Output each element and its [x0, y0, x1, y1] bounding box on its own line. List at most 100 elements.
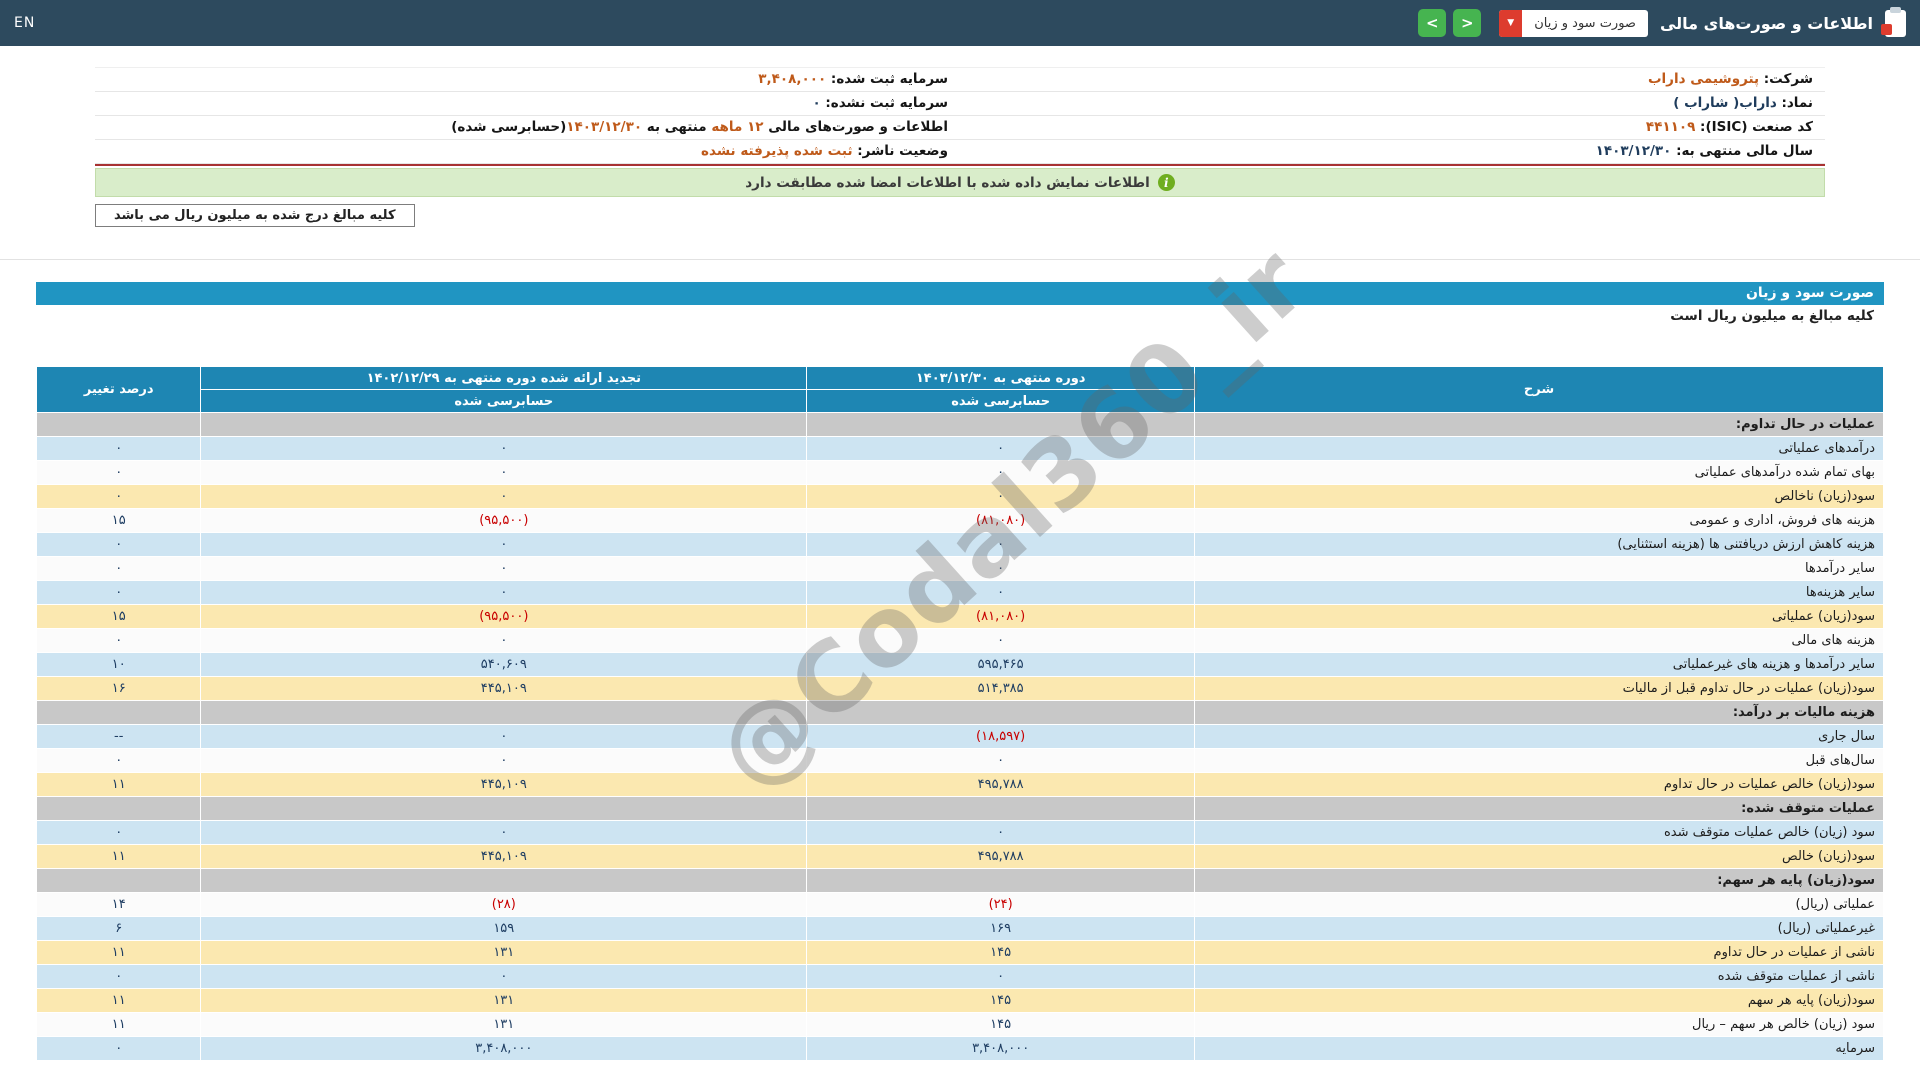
- row-description: هزینه های فروش، اداری و عمومی: [1194, 508, 1884, 533]
- row-description: غیرعملیاتی (ریال): [1194, 916, 1884, 941]
- row-change-percent: [35, 868, 202, 893]
- row-description: سایر درآمدها و هزینه های غیرعملیاتی: [1194, 652, 1884, 677]
- top-bar: اطلاعات و صورت‌های مالی صورت سود و زیان …: [0, 0, 1920, 46]
- info-text-segment: (حسابرسی شده): [451, 119, 567, 135]
- row-change-percent: ۱۴: [35, 892, 202, 917]
- row-current-value: ۰: [806, 460, 1196, 485]
- table-row: هزینه های فروش، اداری و عمومی (۸۱,۰۸۰) (…: [35, 508, 1884, 533]
- info-text-segment: شرکت:: [1759, 71, 1813, 87]
- row-restated-value: ۰: [200, 436, 808, 461]
- red-divider-line: [95, 164, 1825, 166]
- statement-section: صورت سود و زیان کلیه مبالغ به میلیون ریا…: [35, 225, 1884, 1061]
- col-subheader-current-audited: حسابرسی شده: [806, 389, 1196, 413]
- row-description: درآمدهای عملیاتی: [1194, 436, 1884, 461]
- row-restated-value: (۹۵,۵۰۰): [200, 604, 808, 629]
- row-restated-value: ۰: [200, 580, 808, 605]
- row-change-percent: ۰: [35, 628, 202, 653]
- nav-back-button[interactable]: <: [1453, 9, 1482, 37]
- row-description: عملیات متوقف شده:: [1194, 796, 1884, 821]
- nav-forward-button[interactable]: >: [1418, 9, 1447, 37]
- info-row: سرمایه ثبت نشده: ۰: [95, 92, 960, 116]
- table-row: عملیاتی (ریال) (۲۴) (۲۸) ۱۴: [35, 892, 1884, 917]
- table-row: سود(زیان) عملیات در حال تداوم قبل از مال…: [35, 676, 1884, 701]
- row-restated-value: ۰: [200, 724, 808, 749]
- company-identity-column: شرکت: پتروشیمی داراب نماد: داراب( شاراب )…: [960, 68, 1825, 164]
- info-text-segment: ۱۴۰۳/۱۲/۳۰: [566, 119, 643, 135]
- row-change-percent: ۰: [35, 748, 202, 773]
- row-description: عملیاتی (ریال): [1194, 892, 1884, 917]
- row-description: هزینه کاهش ارزش دریافتنی ها (هزینه استثن…: [1194, 532, 1884, 557]
- info-text-segment: سال مالی منتهی به:: [1671, 143, 1813, 159]
- table-header: شرح دوره منتهی به ۱۴۰۳/۱۲/۳۰ تجدید ارائه…: [35, 366, 1884, 413]
- row-restated-value: ۴۴۵,۱۰۹: [200, 772, 808, 797]
- table-row: هزینه کاهش ارزش دریافتنی ها (هزینه استثن…: [35, 532, 1884, 557]
- row-change-percent: ۰: [35, 1036, 202, 1061]
- info-text-segment: داراب( شاراب ): [1673, 95, 1777, 111]
- row-current-value: ۱۴۵: [806, 940, 1196, 965]
- info-text-segment: ۳,۴۰۸,۰۰۰: [758, 71, 827, 87]
- row-description: سود(زیان) پایه هر سهم:: [1194, 868, 1884, 893]
- row-current-value: ۰: [806, 820, 1196, 845]
- row-description: سود (زیان) خالص هر سهم – ریال: [1194, 1012, 1884, 1037]
- row-change-percent: [35, 796, 202, 821]
- table-row: عملیات متوقف شده:: [35, 796, 1884, 821]
- statement-nav: < >: [1418, 9, 1482, 37]
- info-text-segment: ۱۲ ماهه: [711, 119, 764, 135]
- row-description: سایر درآمدها: [1194, 556, 1884, 581]
- row-current-value: ۰: [806, 436, 1196, 461]
- table-row: هزینه های مالی ۰ ۰ ۰: [35, 628, 1884, 653]
- row-change-percent: ۱۱: [35, 988, 202, 1013]
- row-change-percent: ۰: [35, 484, 202, 509]
- info-text-segment: ۱۴۰۳/۱۲/۳۰: [1595, 143, 1672, 159]
- signature-match-banner: i اطلاعات نمایش داده شده با اطلاعات امضا…: [95, 168, 1825, 197]
- row-change-percent: --: [35, 724, 202, 749]
- table-row: سود(زیان) ناخالص ۰ ۰ ۰: [35, 484, 1884, 509]
- row-current-value: ۰: [806, 484, 1196, 509]
- row-description: سال جاری: [1194, 724, 1884, 749]
- statement-type-dropdown[interactable]: صورت سود و زیان ▼: [1499, 9, 1648, 37]
- table-row: بهای تمام شده درآمدهای عملیاتی ۰ ۰ ۰: [35, 460, 1884, 485]
- statement-subtitle: کلیه مبالغ به میلیون ریال است: [1670, 308, 1874, 324]
- income-statement-table: شرح دوره منتهی به ۱۴۰۳/۱۲/۳۰ تجدید ارائه…: [35, 366, 1884, 1061]
- info-row: اطلاعات و صورت‌های مالی ۱۲ ماهه منتهی به…: [95, 116, 960, 140]
- row-current-value: (۸۱,۰۸۰): [806, 508, 1196, 533]
- row-restated-value: ۰: [200, 820, 808, 845]
- row-current-value: ۱۴۵: [806, 988, 1196, 1013]
- row-current-value: [806, 796, 1196, 821]
- row-restated-value: (۲۸): [200, 892, 808, 917]
- row-description: سود(زیان) عملیاتی: [1194, 604, 1884, 629]
- table-row: سال جاری (۱۸,۵۹۷) ۰ --: [35, 724, 1884, 749]
- table-row: درآمدهای عملیاتی ۰ ۰ ۰: [35, 436, 1884, 461]
- statement-title-bar: صورت سود و زیان: [36, 282, 1884, 305]
- info-text-segment: وضعیت ناشر:: [852, 143, 948, 159]
- row-restated-value: ۰: [200, 556, 808, 581]
- row-change-percent: ۰: [35, 820, 202, 845]
- row-description: سود(زیان) خالص عملیات در حال تداوم: [1194, 772, 1884, 797]
- row-current-value: ۵۹۵,۴۶۵: [806, 652, 1196, 677]
- table-row: سایر درآمدها و هزینه های غیرعملیاتی ۵۹۵,…: [35, 652, 1884, 677]
- clipboard-icon[interactable]: [1881, 6, 1906, 37]
- table-row: ناشی از عملیات در حال تداوم ۱۴۵ ۱۳۱ ۱۱: [35, 940, 1884, 965]
- section-divider: [0, 259, 1920, 260]
- row-description: بهای تمام شده درآمدهای عملیاتی: [1194, 460, 1884, 485]
- row-restated-value: [200, 412, 808, 437]
- row-restated-value: [200, 868, 808, 893]
- row-restated-value: [200, 700, 808, 725]
- row-change-percent: ۰: [35, 556, 202, 581]
- row-restated-value: ۳,۴۰۸,۰۰۰: [200, 1036, 808, 1061]
- row-current-value: ۱۴۵: [806, 1012, 1196, 1037]
- row-change-percent: ۱۵: [35, 508, 202, 533]
- row-current-value: ۰: [806, 964, 1196, 989]
- language-toggle-en[interactable]: EN: [14, 15, 35, 31]
- row-change-percent: ۶: [35, 916, 202, 941]
- row-description: سایر هزینه‌ها: [1194, 580, 1884, 605]
- info-text-segment: اطلاعات و صورت‌های مالی: [763, 119, 948, 135]
- row-restated-value: ۱۳۱: [200, 940, 808, 965]
- info-text-segment: ثبت شده پذیرفته نشده: [701, 143, 853, 159]
- table-row: سود(زیان) پایه هر سهم:: [35, 868, 1884, 893]
- row-change-percent: ۱۵: [35, 604, 202, 629]
- table-row: سود(زیان) پایه هر سهم ۱۴۵ ۱۳۱ ۱۱: [35, 988, 1884, 1013]
- info-row: کد صنعت (ISIC): ۴۴۱۱۰۹: [960, 116, 1825, 140]
- info-text-segment: سرمایه ثبت شده:: [826, 71, 948, 87]
- row-change-percent: ۰: [35, 532, 202, 557]
